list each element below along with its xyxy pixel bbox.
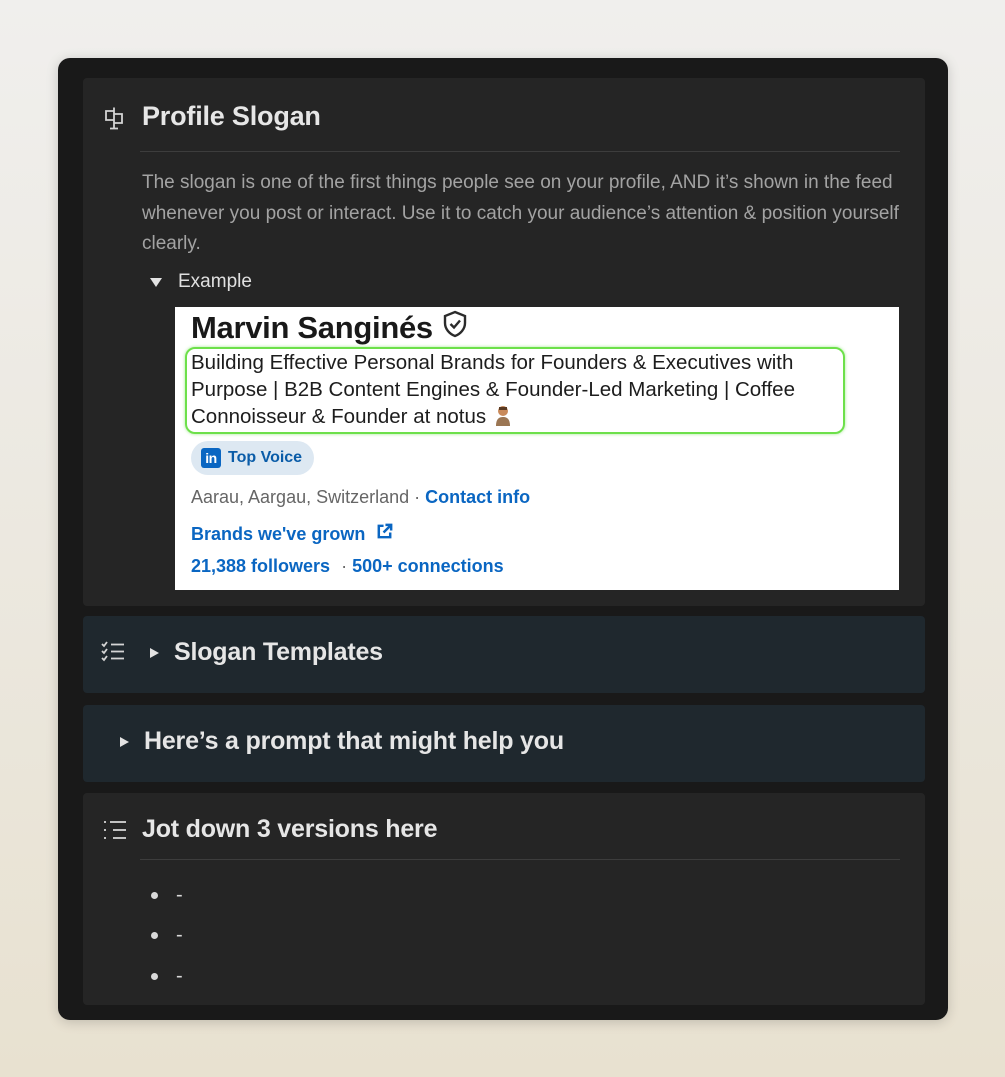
badge-label: Top Voice [228, 449, 303, 466]
slogan-templates-callout: Slogan Templates [83, 616, 925, 693]
prompt-toggle[interactable]: Here’s a prompt that might help you [120, 727, 564, 756]
example-toggle-label: Example [178, 271, 252, 292]
brands-link[interactable]: Brands we've grown [191, 524, 365, 545]
versions-title: Jot down 3 versions here [142, 815, 438, 843]
slogan-templates-toggle[interactable]: Slogan Templates [150, 638, 383, 667]
versions-callout: Jot down 3 versions here - - - [83, 793, 925, 1005]
list-item[interactable]: - [151, 956, 183, 997]
list-item-text[interactable]: - [176, 965, 183, 988]
triangle-down-icon [150, 277, 162, 287]
versions-divider [140, 859, 900, 860]
page-window: Profile Slogan The slogan is one of the … [58, 58, 948, 1020]
profile-slogan-callout: Profile Slogan The slogan is one of the … [83, 78, 925, 606]
linkedin-profile-example: Marvin Sanginés Building Effective Perso… [175, 307, 899, 590]
list-item[interactable]: - [151, 916, 183, 957]
checklist-icon [100, 640, 126, 664]
location-separator: · [414, 487, 421, 507]
contact-info-link[interactable]: Contact info [425, 487, 530, 507]
list-item[interactable]: - [151, 875, 183, 916]
verified-shield-icon [442, 310, 468, 346]
location-row: Aarau, Aargau, Switzerland · Contact inf… [191, 487, 530, 508]
connections-link[interactable]: 500+ connections [352, 556, 504, 576]
linkedin-logo-icon: in [201, 448, 221, 468]
profile-name: Marvin Sanginés [191, 310, 433, 345]
followers-link[interactable]: 21,388 followers [191, 556, 330, 576]
external-link-icon[interactable] [375, 522, 394, 546]
bullet-dot [151, 972, 158, 980]
prompt-callout: Here’s a prompt that might help you [83, 705, 925, 782]
slogan-templates-title: Slogan Templates [174, 638, 383, 666]
triangle-right-icon [120, 736, 129, 747]
profile-headline: Building Effective Personal Brands for F… [191, 349, 851, 430]
brands-row: Brands we've grown [191, 522, 394, 546]
bullet-dot [151, 891, 158, 899]
title-divider [140, 151, 900, 152]
page-title: Profile Slogan [142, 101, 321, 131]
stats-separator: · [341, 556, 348, 576]
list-icon [102, 819, 128, 841]
prompt-title: Here’s a prompt that might help you [144, 727, 564, 755]
top-voice-badge[interactable]: in Top Voice [191, 441, 315, 475]
triangle-right-icon [150, 647, 159, 658]
bullet-dot [151, 932, 158, 940]
example-toggle[interactable]: Example [150, 271, 252, 293]
coffee-person-emoji-icon [494, 405, 512, 427]
signpost-icon [102, 106, 126, 130]
slogan-description: The slogan is one of the first things pe… [142, 172, 899, 254]
profile-name-row: Marvin Sanginés [191, 310, 468, 346]
list-item-text[interactable]: - [176, 924, 183, 947]
location-text: Aarau, Aargau, Switzerland [191, 487, 410, 507]
stats-row: 21,388 followers · 500+ connections [191, 556, 504, 577]
list-item-text[interactable]: - [176, 884, 183, 907]
versions-list: - - - [151, 875, 183, 997]
